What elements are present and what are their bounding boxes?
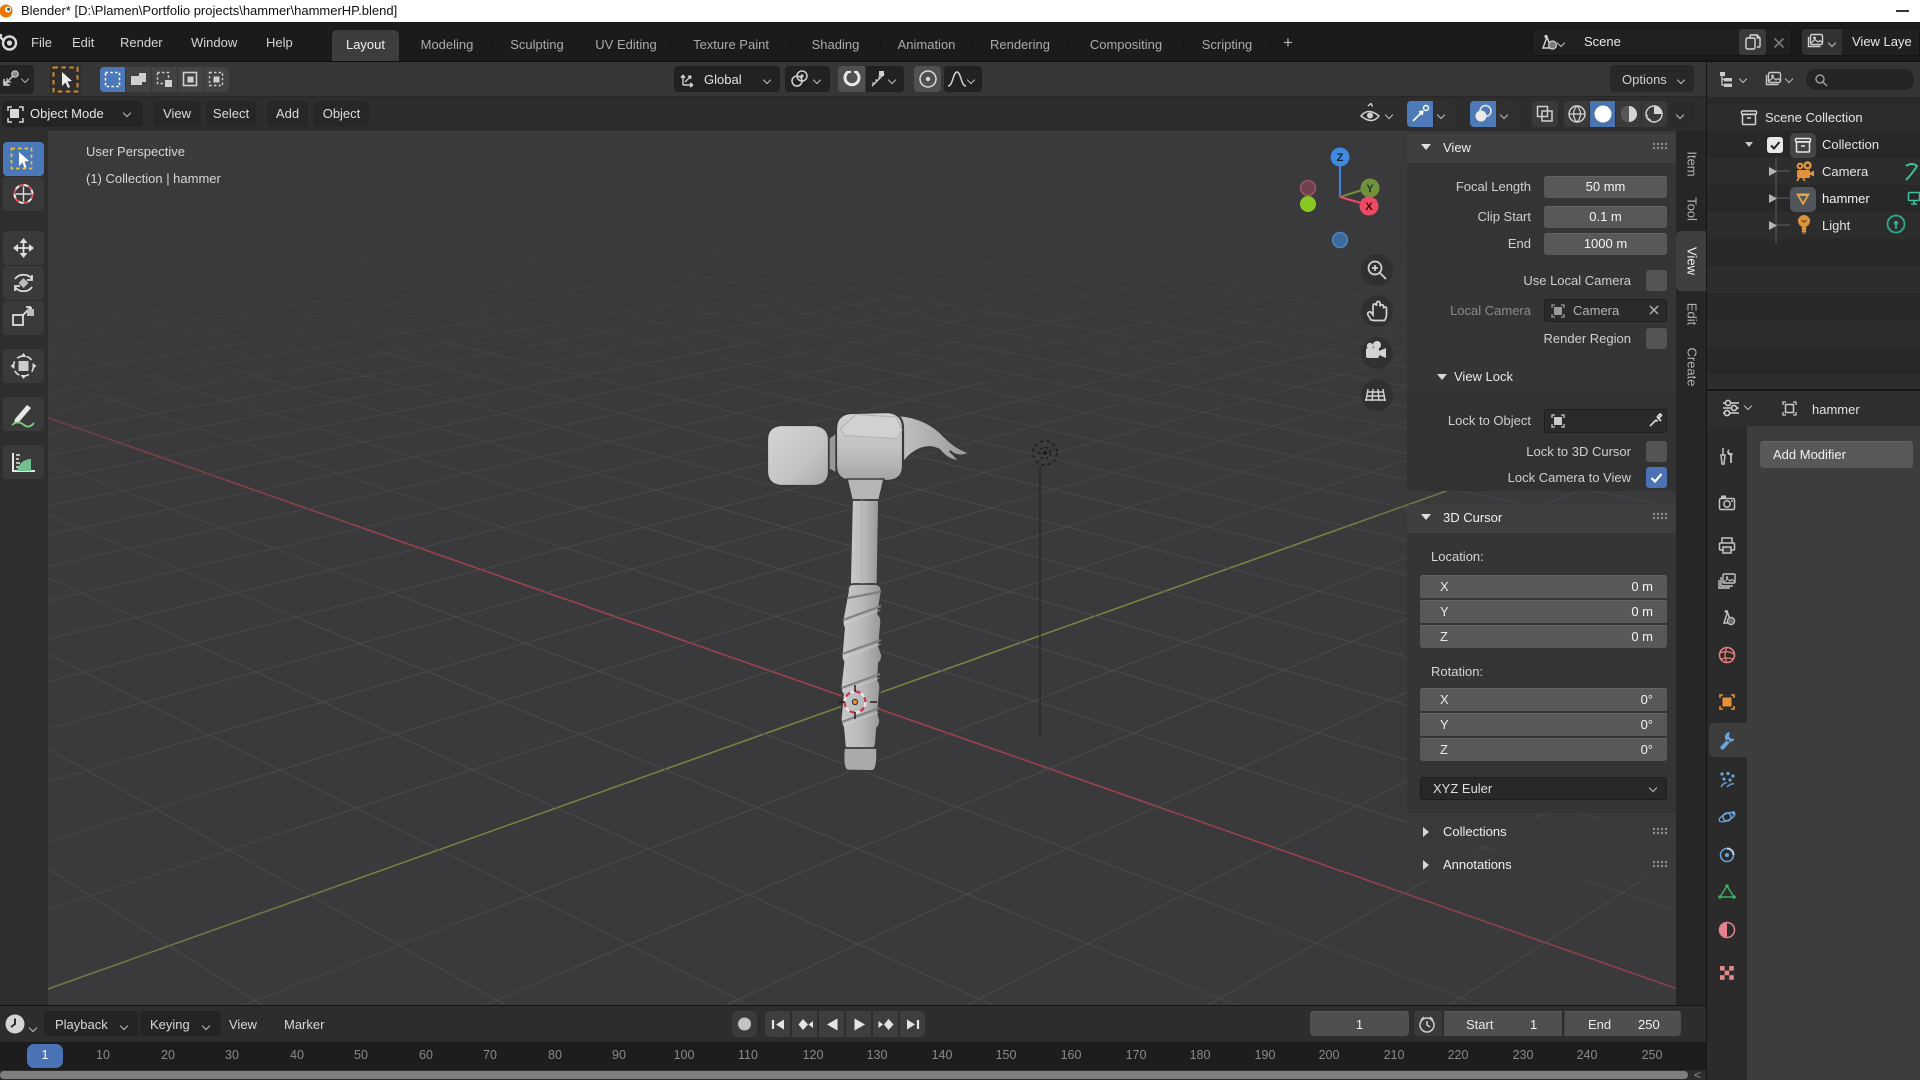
svg-text:Y: Y xyxy=(1366,183,1374,195)
svg-text:X: X xyxy=(1365,201,1373,213)
svg-text:Z: Z xyxy=(1337,152,1344,164)
